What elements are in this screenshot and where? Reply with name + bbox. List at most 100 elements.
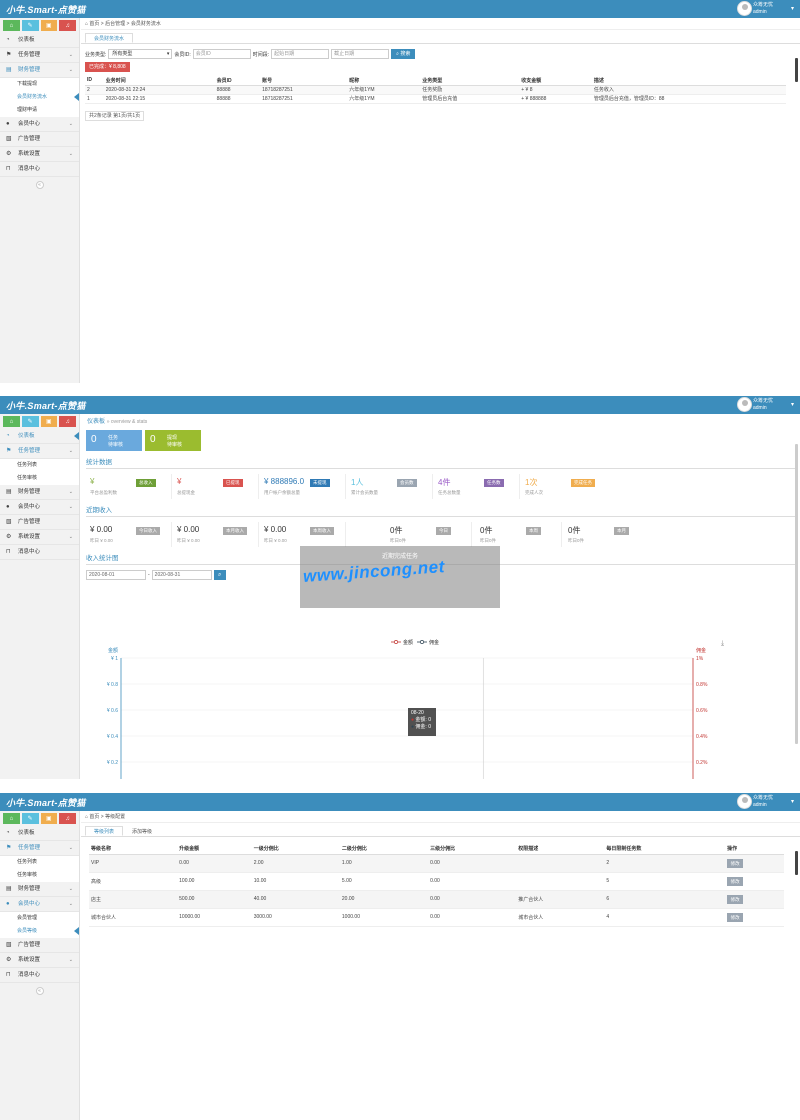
sidebar-sub-member-manage[interactable]: 会员管理 bbox=[0, 912, 79, 925]
home-icon[interactable]: ⌂ bbox=[3, 813, 20, 824]
chevron-down-icon[interactable]: ▾ bbox=[791, 5, 794, 12]
sidebar-sub-member-level[interactable]: 会员等级 bbox=[0, 925, 79, 938]
sidebar-item-settings[interactable]: ⚙ 系统设置 ⌄ bbox=[0, 530, 79, 545]
bell-icon[interactable]: ♫ bbox=[59, 20, 76, 31]
y2-tick-label: 0.8% bbox=[696, 682, 708, 688]
sidebar-item-tasks[interactable]: ⚑ 任务管理 ⌄ bbox=[0, 841, 79, 856]
scrollbar[interactable] bbox=[795, 444, 798, 744]
sidebar-item-messages[interactable]: ⊓ 消息中心 bbox=[0, 162, 79, 177]
logo[interactable]: 小牛.Smart-点赞猫 bbox=[6, 399, 86, 412]
user-name[interactable]: 众筹无忧 admin bbox=[753, 795, 785, 809]
withdraw-pending-tile[interactable]: 0 提现 待审核 bbox=[145, 430, 201, 451]
end-date-input[interactable]: 截止日期 bbox=[331, 49, 390, 59]
table-row[interactable]: 1 2020-08-31 22:15 88888 18718287251 六年级… bbox=[85, 94, 786, 104]
avatar[interactable] bbox=[737, 397, 752, 412]
sidebar-item-settings[interactable]: ⚙ 系统设置 ⌄ bbox=[0, 147, 79, 162]
tab-add-level[interactable]: 添加等级 bbox=[123, 826, 161, 836]
download-icon[interactable]: ⤓ bbox=[721, 640, 724, 648]
recent-today: ¥ 0.00 昨日 ¥ 0.00 今日收入 bbox=[86, 522, 172, 547]
date-from-input[interactable]: 2020-08-01 bbox=[86, 570, 146, 580]
sidebar-item-settings[interactable]: ⚙ 系统设置 ⌄ bbox=[0, 953, 79, 968]
sidebar-sub-flow[interactable]: 会员财务流水 bbox=[0, 91, 79, 104]
cart-icon[interactable]: ▣ bbox=[40, 20, 58, 31]
sidebar-sub-task-review[interactable]: 任务审核 bbox=[0, 472, 79, 485]
edit-button[interactable]: 修改 bbox=[727, 858, 744, 868]
col-header: 二级分佣比 bbox=[339, 843, 429, 855]
scrollbar[interactable] bbox=[795, 851, 798, 875]
sidebar-item-ads[interactable]: ▧ 广告管理 bbox=[0, 515, 79, 530]
sidebar-item-tasks[interactable]: ⚑ 任务管理 ⌄ bbox=[0, 444, 79, 459]
bell-icon[interactable]: ♫ bbox=[59, 813, 76, 824]
recent-week: ¥ 0.00 昨日 ¥ 0.00 本周收入 bbox=[260, 522, 346, 547]
y2-tick-label: 0.4% bbox=[696, 734, 708, 740]
col-header[interactable]: 业务时间 bbox=[103, 76, 215, 86]
breadcrumb: ⌂ 首页 > 后台管理 > 会员财务流水 bbox=[81, 18, 800, 30]
col-header[interactable]: 会员ID bbox=[214, 76, 261, 86]
avatar[interactable] bbox=[737, 1, 752, 16]
collapse-sidebar-icon[interactable]: « bbox=[35, 987, 44, 995]
scrollbar[interactable] bbox=[795, 58, 798, 82]
task-pending-tile[interactable]: 0 任务 待审核 bbox=[86, 430, 142, 451]
collapse-sidebar-icon[interactable]: « bbox=[35, 181, 44, 189]
cart-icon[interactable]: ▣ bbox=[40, 813, 58, 824]
avatar[interactable] bbox=[737, 794, 752, 809]
edit-button[interactable]: 修改 bbox=[727, 912, 744, 922]
logo[interactable]: 小牛.Smart-点赞猫 bbox=[6, 796, 86, 809]
chevron-down-icon: ⌄ bbox=[68, 489, 73, 495]
sidebar-sub-task-list[interactable]: 任务列表 bbox=[0, 459, 79, 472]
sidebar-item-messages[interactable]: ⊓ 消息中心 bbox=[0, 545, 79, 560]
top-header: 小牛.Smart-点赞猫 众筹无忧 admin ▾ bbox=[0, 793, 800, 811]
col-header: 等级名称 bbox=[89, 843, 178, 855]
quick-buttons: ⌂ ✎ ▣ ♫ bbox=[0, 18, 79, 33]
dashboard-icon: ◔ bbox=[6, 830, 10, 836]
table-row[interactable]: 2 2020-08-31 22:24 88888 18718287251 六年级… bbox=[85, 85, 786, 95]
sidebar-sub-task-review[interactable]: 任务审核 bbox=[0, 869, 79, 882]
user-name[interactable]: 众筹无忧 admin bbox=[753, 398, 785, 412]
col-header[interactable]: 收支金额 bbox=[519, 76, 592, 86]
member-id-input[interactable]: 会员ID bbox=[192, 49, 251, 59]
edit-button[interactable]: 修改 bbox=[727, 894, 744, 904]
chevron-down-icon[interactable]: ▾ bbox=[791, 798, 794, 805]
col-header[interactable]: 描述 bbox=[591, 76, 786, 86]
col-header[interactable]: 账号 bbox=[260, 76, 348, 86]
sidebar-item-dashboard[interactable]: ◔ 仪表板 bbox=[0, 33, 79, 48]
bell-icon[interactable]: ♫ bbox=[59, 416, 76, 427]
sidebar-item-ads[interactable]: ▧ 广告管理 bbox=[0, 132, 79, 147]
sidebar-item-ads[interactable]: ▧ 广告管理 bbox=[0, 938, 79, 953]
sidebar-item-finance[interactable]: ▤ 财务管理 ⌄ bbox=[0, 63, 79, 78]
tab-level-list[interactable]: 等级列表 bbox=[85, 826, 124, 836]
search-button[interactable]: ⌕ 搜索 bbox=[391, 49, 416, 59]
col-header[interactable]: 昵称 bbox=[347, 76, 421, 86]
chevron-down-icon[interactable]: ▾ bbox=[791, 401, 794, 408]
pencil-icon[interactable]: ✎ bbox=[21, 416, 39, 427]
user-name[interactable]: 众筹无忧 admin bbox=[753, 2, 785, 16]
sidebar-item-dashboard[interactable]: ◔ 仪表板 bbox=[0, 826, 79, 841]
sidebar-item-dashboard[interactable]: ◔ 仪表板 bbox=[0, 429, 79, 444]
pencil-icon[interactable]: ✎ bbox=[21, 813, 39, 824]
search-icon[interactable]: ⌕ bbox=[213, 570, 226, 580]
start-date-input[interactable]: 起始日期 bbox=[271, 49, 330, 59]
sidebar-item-tasks[interactable]: ⚑ 任务管理 ⌄ bbox=[0, 48, 79, 63]
pencil-icon[interactable]: ✎ bbox=[21, 20, 39, 31]
type-select[interactable]: 所有类型 bbox=[108, 49, 173, 59]
home-icon[interactable]: ⌂ bbox=[3, 20, 20, 31]
y-axis-label: 金额 bbox=[108, 647, 118, 654]
logo[interactable]: 小牛.Smart-点赞猫 bbox=[6, 3, 86, 16]
edit-button[interactable]: 修改 bbox=[727, 876, 744, 886]
image-icon: ▧ bbox=[6, 136, 12, 142]
sidebar-item-finance[interactable]: ▤ 财务管理 ⌄ bbox=[0, 882, 79, 897]
home-icon[interactable]: ⌂ bbox=[3, 416, 20, 427]
col-header[interactable]: ID bbox=[85, 76, 104, 86]
col-header[interactable]: 业务类型 bbox=[420, 76, 520, 86]
sidebar-sub-invest[interactable]: 理财申请 bbox=[0, 104, 79, 117]
cart-icon[interactable]: ▣ bbox=[40, 416, 58, 427]
sidebar-item-messages[interactable]: ⊓ 消息中心 bbox=[0, 968, 79, 983]
sidebar-item-members[interactable]: ● 会员中心 ⌄ bbox=[0, 117, 79, 132]
sidebar-item-members[interactable]: ● 会员中心 ⌄ bbox=[0, 500, 79, 515]
sidebar-item-members[interactable]: ● 会员中心 ⌄ bbox=[0, 897, 79, 912]
date-to-input[interactable]: 2020-08-31 bbox=[151, 570, 212, 580]
sidebar-sub-withdraw[interactable]: 下载提现 bbox=[0, 78, 79, 91]
sidebar-item-finance[interactable]: ▤ 财务管理 ⌄ bbox=[0, 485, 79, 500]
sidebar-sub-task-list[interactable]: 任务列表 bbox=[0, 856, 79, 869]
tab-finance-flow[interactable]: 会员财务流水 bbox=[85, 33, 134, 43]
